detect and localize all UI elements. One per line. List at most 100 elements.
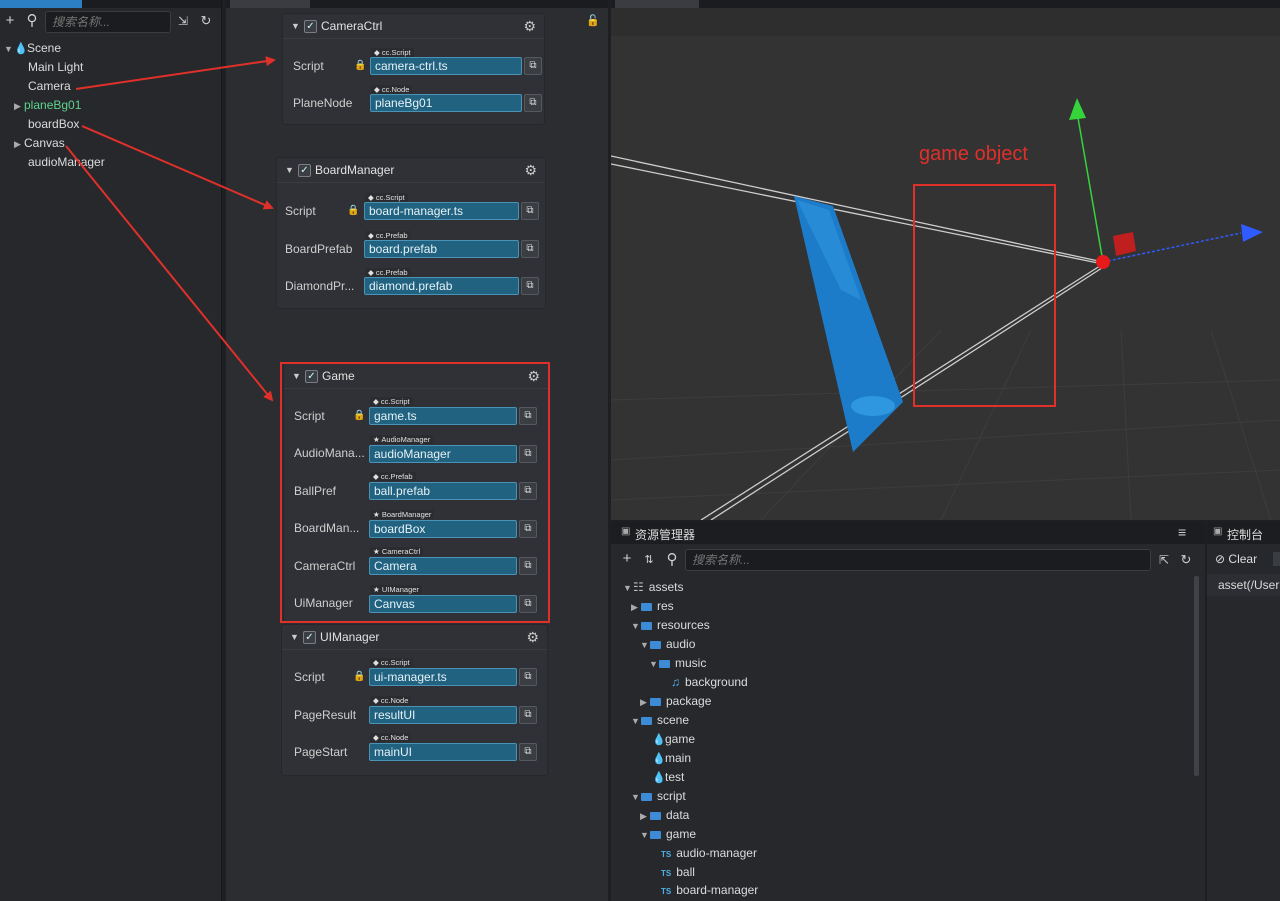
asset-row-script[interactable]: ▼ script <box>631 787 686 806</box>
tree-item-canvas[interactable]: ▶ Canvas <box>14 134 65 153</box>
asset-label: res <box>657 599 674 613</box>
hierarchy-search-box[interactable] <box>45 11 171 33</box>
assets-header: ▣ 资源管理器 ≡ <box>611 522 1205 544</box>
chevron-right-icon[interactable]: ▶ <box>640 693 650 712</box>
enabled-checkbox[interactable]: ✓ <box>298 164 311 177</box>
asset-row-game-scene[interactable]: 💧game <box>652 730 695 749</box>
tree-item-camera[interactable]: Camera <box>28 77 71 96</box>
assets-search-input[interactable] <box>686 550 1150 570</box>
chevron-right-icon[interactable]: ▶ <box>640 807 650 826</box>
component-header[interactable]: ▼ ✓ CameraCtrl ⚙ <box>283 14 544 39</box>
pick-icon[interactable]: ⧉ <box>524 57 542 75</box>
asset-row-resources[interactable]: ▼ resources <box>631 616 710 635</box>
asset-row-package[interactable]: ▶ package <box>640 692 711 711</box>
asset-row-board-manager[interactable]: TS board-manager <box>661 881 758 900</box>
assets-scrollbar[interactable] <box>1194 576 1199 776</box>
add-icon[interactable]: + <box>619 551 635 567</box>
component-header[interactable]: ▼ ✓ UIManager ⚙ <box>282 625 547 650</box>
chevron-down-icon[interactable]: ▼ <box>640 826 650 845</box>
chevron-right-icon[interactable]: ▶ <box>631 598 641 617</box>
assets-title[interactable]: 资源管理器 <box>635 526 695 543</box>
asset-label: data <box>666 808 690 822</box>
expand-icon[interactable]: ⇱ <box>1156 552 1172 568</box>
pick-icon[interactable]: ⧉ <box>519 706 537 724</box>
enabled-checkbox[interactable]: ✓ <box>304 20 317 33</box>
type-tag: ◆ cc.Prefab <box>365 268 411 277</box>
pick-icon[interactable]: ⧉ <box>519 743 537 761</box>
asset-row-game-folder[interactable]: ▼ game <box>640 825 696 844</box>
chevron-down-icon[interactable]: ▼ <box>285 158 294 182</box>
pick-icon[interactable]: ⧉ <box>521 202 539 220</box>
board-prefab-field[interactable]: board.prefab <box>364 240 519 258</box>
script-field[interactable]: ui-manager.ts <box>369 668 517 686</box>
hierarchy-search-input[interactable] <box>46 12 170 32</box>
tree-item-planebg01[interactable]: ▶ planeBg01 <box>14 96 81 115</box>
enabled-checkbox[interactable]: ✓ <box>303 631 316 644</box>
add-icon[interactable]: + <box>2 13 18 29</box>
chevron-down-icon[interactable]: ▼ <box>290 625 299 649</box>
hierarchy-tab[interactable] <box>0 0 82 8</box>
refresh-icon[interactable]: ↻ <box>198 13 214 29</box>
assets-search-box[interactable] <box>685 549 1151 571</box>
chevron-down-icon[interactable]: ▼ <box>291 14 300 38</box>
gizmo-center[interactable] <box>1096 255 1110 269</box>
chevron-down-icon[interactable]: ▼ <box>4 40 14 59</box>
plane-node-field[interactable]: planeBg01 <box>370 94 522 112</box>
asset-row-assets[interactable]: ▼☷ assets <box>623 578 683 597</box>
clear-button[interactable]: ⊘ Clear <box>1215 552 1257 566</box>
music-note-icon: ♫ <box>671 675 680 689</box>
chevron-down-icon[interactable]: ▼ <box>623 579 633 598</box>
chevron-right-icon[interactable]: ▶ <box>14 135 24 154</box>
menu-icon[interactable]: ≡ <box>1178 524 1186 540</box>
asset-label: package <box>666 694 712 708</box>
refresh-icon[interactable]: ↻ <box>1178 552 1194 568</box>
asset-row-audio-manager[interactable]: TS audio-manager <box>661 844 757 863</box>
asset-row-background[interactable]: ♫ background <box>671 673 748 692</box>
tree-item-boardbox[interactable]: boardBox <box>28 115 79 134</box>
scene-view[interactable]: game object <box>611 0 1280 520</box>
asset-row-scene[interactable]: ▼ scene <box>631 711 689 730</box>
asset-row-ball[interactable]: TS ball <box>661 863 695 882</box>
pick-icon[interactable]: ⧉ <box>519 668 537 686</box>
pick-icon[interactable]: ⧉ <box>521 240 539 258</box>
gear-icon[interactable]: ⚙ <box>524 158 537 182</box>
type-tag-text: cc.Prefab <box>375 231 408 240</box>
chevron-down-icon[interactable]: ▼ <box>649 655 659 674</box>
chevron-down-icon[interactable]: ▼ <box>640 636 650 655</box>
page-start-field[interactable]: mainUI <box>369 743 517 761</box>
inspector-tab[interactable] <box>230 0 310 8</box>
script-field[interactable]: camera-ctrl.ts <box>370 57 522 75</box>
tree-item-scene[interactable]: ▼💧Scene <box>4 39 61 58</box>
component-header[interactable]: ▼ ✓ BoardManager ⚙ <box>277 158 545 183</box>
asset-row-data[interactable]: ▶ data <box>640 806 689 825</box>
type-tag-text: cc.Node <box>381 85 410 94</box>
console-title[interactable]: 控制台 <box>1227 526 1263 543</box>
diamond-prefab-field[interactable]: diamond.prefab <box>364 277 519 295</box>
asset-row-main-scene[interactable]: 💧main <box>652 749 691 768</box>
script-field[interactable]: board-manager.ts <box>364 202 519 220</box>
gear-icon[interactable]: ⚙ <box>526 625 539 649</box>
asset-row-audio[interactable]: ▼ audio <box>640 635 695 654</box>
console-log-row[interactable]: asset(/User <box>1207 574 1280 596</box>
viewport-background <box>611 36 1280 520</box>
collapse-icon[interactable]: ⇲ <box>175 13 191 29</box>
component-title: UIManager <box>320 630 380 644</box>
pick-icon[interactable]: ⧉ <box>521 277 539 295</box>
tree-item-main-light[interactable]: Main Light <box>28 58 83 77</box>
lock-icon[interactable]: 🔓 <box>586 14 600 27</box>
asset-row-res[interactable]: ▶ res <box>631 597 674 616</box>
component-title: BoardManager <box>315 163 395 177</box>
gear-icon[interactable]: ⚙ <box>523 14 536 38</box>
chevron-down-icon[interactable]: ▼ <box>631 712 641 731</box>
asset-row-test-scene[interactable]: 💧test <box>652 768 684 787</box>
tree-item-audiomanager[interactable]: audioManager <box>28 153 105 172</box>
page-result-field[interactable]: resultUI <box>369 706 517 724</box>
chevron-down-icon[interactable]: ▼ <box>631 617 641 636</box>
chevron-right-icon[interactable]: ▶ <box>14 97 24 116</box>
sort-icon[interactable]: ⇅ <box>641 552 657 568</box>
pick-icon[interactable]: ⧉ <box>524 94 542 112</box>
scene-canvas[interactable]: game object <box>611 0 1280 520</box>
chevron-down-icon[interactable]: ▼ <box>631 788 641 807</box>
asset-row-music[interactable]: ▼ music <box>649 654 706 673</box>
console-filter-icon[interactable] <box>1273 552 1280 566</box>
